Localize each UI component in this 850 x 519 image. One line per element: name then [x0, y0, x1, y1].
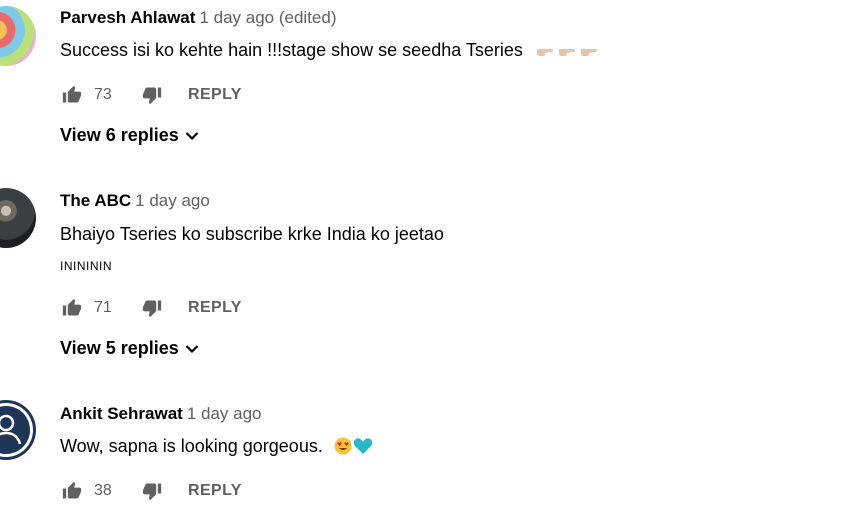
comment-text: Success isi ko kehte hain !!!stage show …: [60, 40, 523, 60]
point-right-emoji: [536, 43, 554, 64]
comment-header: The ABC 1 day ago: [60, 191, 210, 211]
like-button[interactable]: [60, 479, 84, 503]
dislike-button[interactable]: [140, 479, 164, 503]
author-name[interactable]: Ankit Sehrawat: [60, 404, 183, 423]
view-replies-label: View 6 replies: [60, 125, 179, 145]
reply-button[interactable]: REPLY: [188, 482, 242, 500]
dislike-button[interactable]: [140, 83, 164, 107]
chevron-down-icon: [185, 131, 199, 140]
thumbs-down-icon: [142, 300, 162, 318]
heart-eyes-emoji: [334, 437, 352, 460]
avatar[interactable]: [0, 6, 36, 66]
comment-text: Wow, sapna is looking gorgeous.: [60, 436, 323, 456]
avatar[interactable]: [0, 400, 36, 460]
like-count: 71: [94, 299, 112, 316]
author-name[interactable]: The ABC: [60, 191, 131, 210]
thumbs-up-icon: [62, 298, 82, 316]
comment-subtext: ININININ: [60, 259, 112, 273]
comment-actions: 38 REPLY: [60, 477, 242, 505]
chevron-down-icon: [185, 344, 199, 353]
comment-header: Ankit Sehrawat 1 day ago: [60, 404, 262, 424]
default-avatar-icon: [0, 403, 33, 457]
comment-actions: 71 REPLY: [60, 294, 242, 322]
dislike-button[interactable]: [140, 296, 164, 320]
view-replies-label: View 5 replies: [60, 338, 179, 358]
avatar[interactable]: [0, 188, 36, 248]
comment-time[interactable]: 1 day ago (edited): [199, 8, 336, 27]
comment-body: Success isi ko kehte hain !!!stage show …: [60, 40, 598, 64]
like-button[interactable]: [60, 83, 84, 107]
thumbs-down-icon: [142, 483, 162, 501]
like-button[interactable]: [60, 296, 84, 320]
point-right-emoji: [580, 43, 598, 64]
view-replies-button[interactable]: View 5 replies: [60, 338, 199, 359]
thumbs-up-icon: [62, 481, 82, 499]
reply-button[interactable]: REPLY: [188, 299, 242, 317]
comment-text: Bhaiyo Tseries ko subscribe krke India k…: [60, 224, 444, 244]
thumbs-down-icon: [142, 87, 162, 105]
point-right-emoji: [558, 43, 576, 64]
view-replies-button[interactable]: View 6 replies: [60, 125, 199, 146]
thumbs-up-icon: [62, 85, 82, 103]
author-name[interactable]: Parvesh Ahlawat: [60, 8, 195, 27]
comment-body: Wow, sapna is looking gorgeous.: [60, 436, 373, 460]
comment-time[interactable]: 1 day ago: [187, 404, 262, 423]
reply-button[interactable]: REPLY: [188, 86, 242, 104]
comment-actions: 73 REPLY: [60, 81, 242, 109]
comment-header: Parvesh Ahlawat 1 day ago (edited): [60, 8, 336, 28]
comment-time[interactable]: 1 day ago: [135, 191, 210, 210]
like-count: 38: [94, 482, 112, 499]
like-count: 73: [94, 86, 112, 103]
cyan-heart-emoji: [353, 437, 373, 460]
